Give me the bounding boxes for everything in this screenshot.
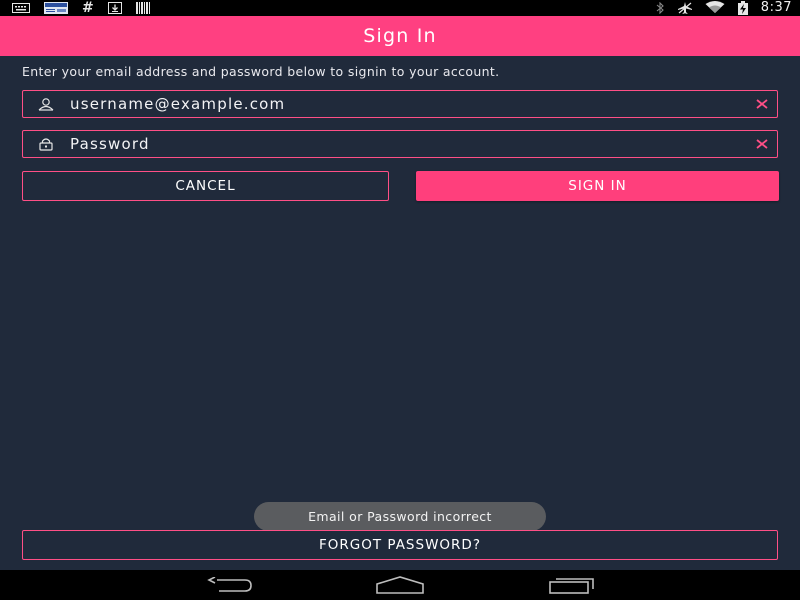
cancel-button[interactable]: CANCEL: [22, 171, 389, 201]
airplane-mode-icon: [677, 1, 693, 15]
home-icon[interactable]: [375, 575, 425, 595]
email-field[interactable]: [22, 90, 778, 118]
back-icon[interactable]: [206, 575, 254, 595]
clear-icon: [756, 99, 768, 109]
lock-icon: [35, 137, 57, 151]
keyboard-icon: [12, 1, 30, 15]
clear-password-button[interactable]: [747, 131, 777, 157]
recents-icon[interactable]: [548, 575, 596, 595]
error-toast: Email or Password incorrect: [254, 502, 546, 531]
notification-icons: #: [12, 0, 150, 16]
clear-email-button[interactable]: [747, 91, 777, 117]
bluetooth-icon: [655, 1, 665, 15]
news-icon: [44, 1, 68, 15]
forgot-password-button[interactable]: FORGOT PASSWORD?: [22, 530, 778, 560]
instructions-text: Enter your email address and password be…: [22, 64, 500, 79]
wifi-icon: [705, 1, 725, 15]
user-icon: [35, 97, 57, 111]
system-icons: 8:37: [655, 0, 792, 15]
email-input[interactable]: [57, 91, 747, 117]
app-bar: Sign In: [0, 16, 800, 56]
clock: 8:37: [760, 0, 792, 15]
clear-icon: [756, 139, 768, 149]
battery-charging-icon: [737, 0, 749, 15]
password-input[interactable]: [57, 131, 747, 157]
page-title: Sign In: [363, 25, 437, 47]
barcode-icon: [135, 1, 150, 15]
sign-in-button[interactable]: SIGN IN: [416, 171, 779, 201]
hash-icon: #: [82, 0, 94, 16]
password-field[interactable]: [22, 130, 778, 158]
download-icon: [107, 1, 122, 15]
status-bar: # 8:37: [0, 0, 800, 16]
navigation-bar: [0, 570, 800, 600]
